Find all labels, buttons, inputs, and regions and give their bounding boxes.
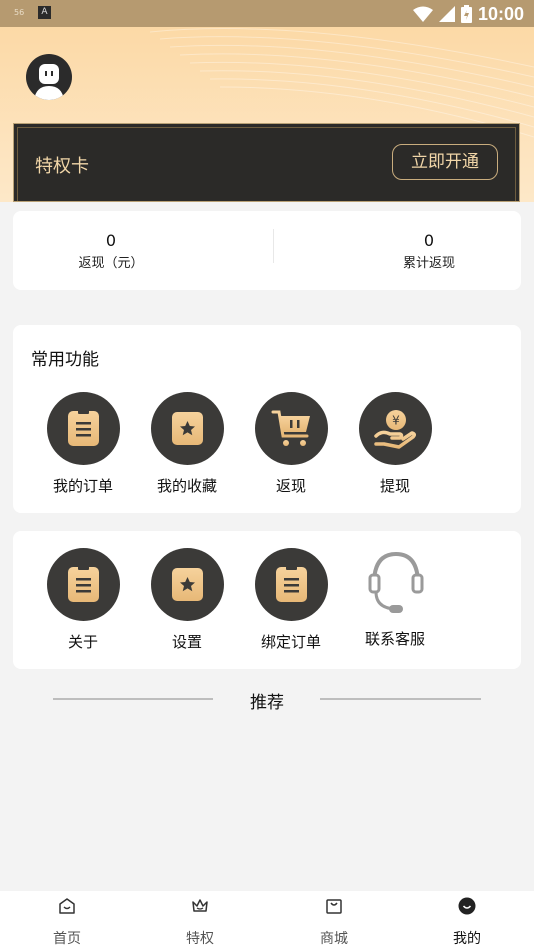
stat-label: 累计返现 [402,256,455,271]
tab-mine[interactable]: 我的 [400,891,534,950]
svg-text:¥: ¥ [392,414,400,428]
cart-icon [254,392,328,465]
privilege-card: 特权卡 立即开通 [13,123,520,202]
cell-signal-icon [438,6,455,22]
recommend-divider-left [53,698,213,700]
function-label: 绑定订单 [260,633,321,651]
privilege-card-title: 特权卡 [35,156,89,177]
function-label: 我的收藏 [156,477,217,495]
signal-strength-text: 56 [14,8,25,17]
home-icon [59,898,75,914]
function-label: 我的订单 [52,477,113,495]
function-label: 关于 [67,633,98,651]
my-favorites-button[interactable]: 我的收藏 [135,392,239,496]
function-label: 设置 [171,633,202,651]
common-functions-title: 常用功能 [31,350,99,370]
wifi-icon [412,6,433,22]
about-button[interactable]: 关于 [31,548,135,652]
tab-label: 特权 [186,931,214,947]
headset-icon [359,548,432,618]
tab-home[interactable]: 首页 [0,891,134,950]
function-label: 提现 [379,477,410,495]
status-right: 10:00 [412,3,524,25]
avatar[interactable] [26,54,72,100]
star-icon [150,392,224,465]
common-functions-panel: 常用功能 我的订单 我的收藏 返现 ¥ 提现 [13,325,521,513]
recommend-heading: 推荐 [250,693,284,713]
function-label: 联系客服 [364,630,425,648]
yen-hand-icon: ¥ [358,392,432,465]
stat-divider [273,229,274,263]
stat-total-cashback[interactable]: 0 累计返现 [329,231,529,271]
clipboard-icon [46,548,120,621]
cashback-button[interactable]: 返现 [239,392,343,496]
launcher-notification-icon: A [38,6,51,19]
recommend-divider-right [320,698,481,700]
clipboard-icon [46,392,120,465]
withdraw-button[interactable]: ¥ 提现 [343,392,447,496]
tab-label: 我的 [453,931,481,947]
cashback-stats: 0 返现（元） 0 累计返现 [13,211,521,290]
settings-button[interactable]: 设置 [135,548,239,652]
clipboard-icon [254,548,328,621]
battery-icon [460,5,472,23]
avatar-face-icon [34,64,64,100]
customer-service-button[interactable]: 联系客服 [343,548,447,649]
stat-value: 0 [423,231,435,250]
bind-order-button[interactable]: 绑定订单 [239,548,343,652]
profile-icon [458,897,476,915]
my-orders-button[interactable]: 我的订单 [31,392,135,496]
tab-privilege[interactable]: 特权 [133,891,267,950]
bag-icon [326,899,342,914]
open-now-button[interactable]: 立即开通 [392,144,498,180]
tab-label: 首页 [53,931,81,947]
tab-label: 商城 [320,931,348,947]
status-time: 10:00 [477,3,524,24]
star-icon [150,548,224,621]
stat-value: 0 [105,231,117,250]
stat-cashback-yuan[interactable]: 0 返现（元） [11,231,211,271]
more-functions-panel: 关于 设置 绑定订单 联系客服 [13,531,521,669]
stat-label: 返现（元） [78,256,144,271]
bottom-tab-bar: 首页 特权 商城 我的 [0,891,534,950]
crown-icon [192,899,208,912]
status-bar: 56 A 10:00 [0,0,534,27]
function-label: 返现 [275,477,306,495]
tab-mall[interactable]: 商城 [267,891,401,950]
